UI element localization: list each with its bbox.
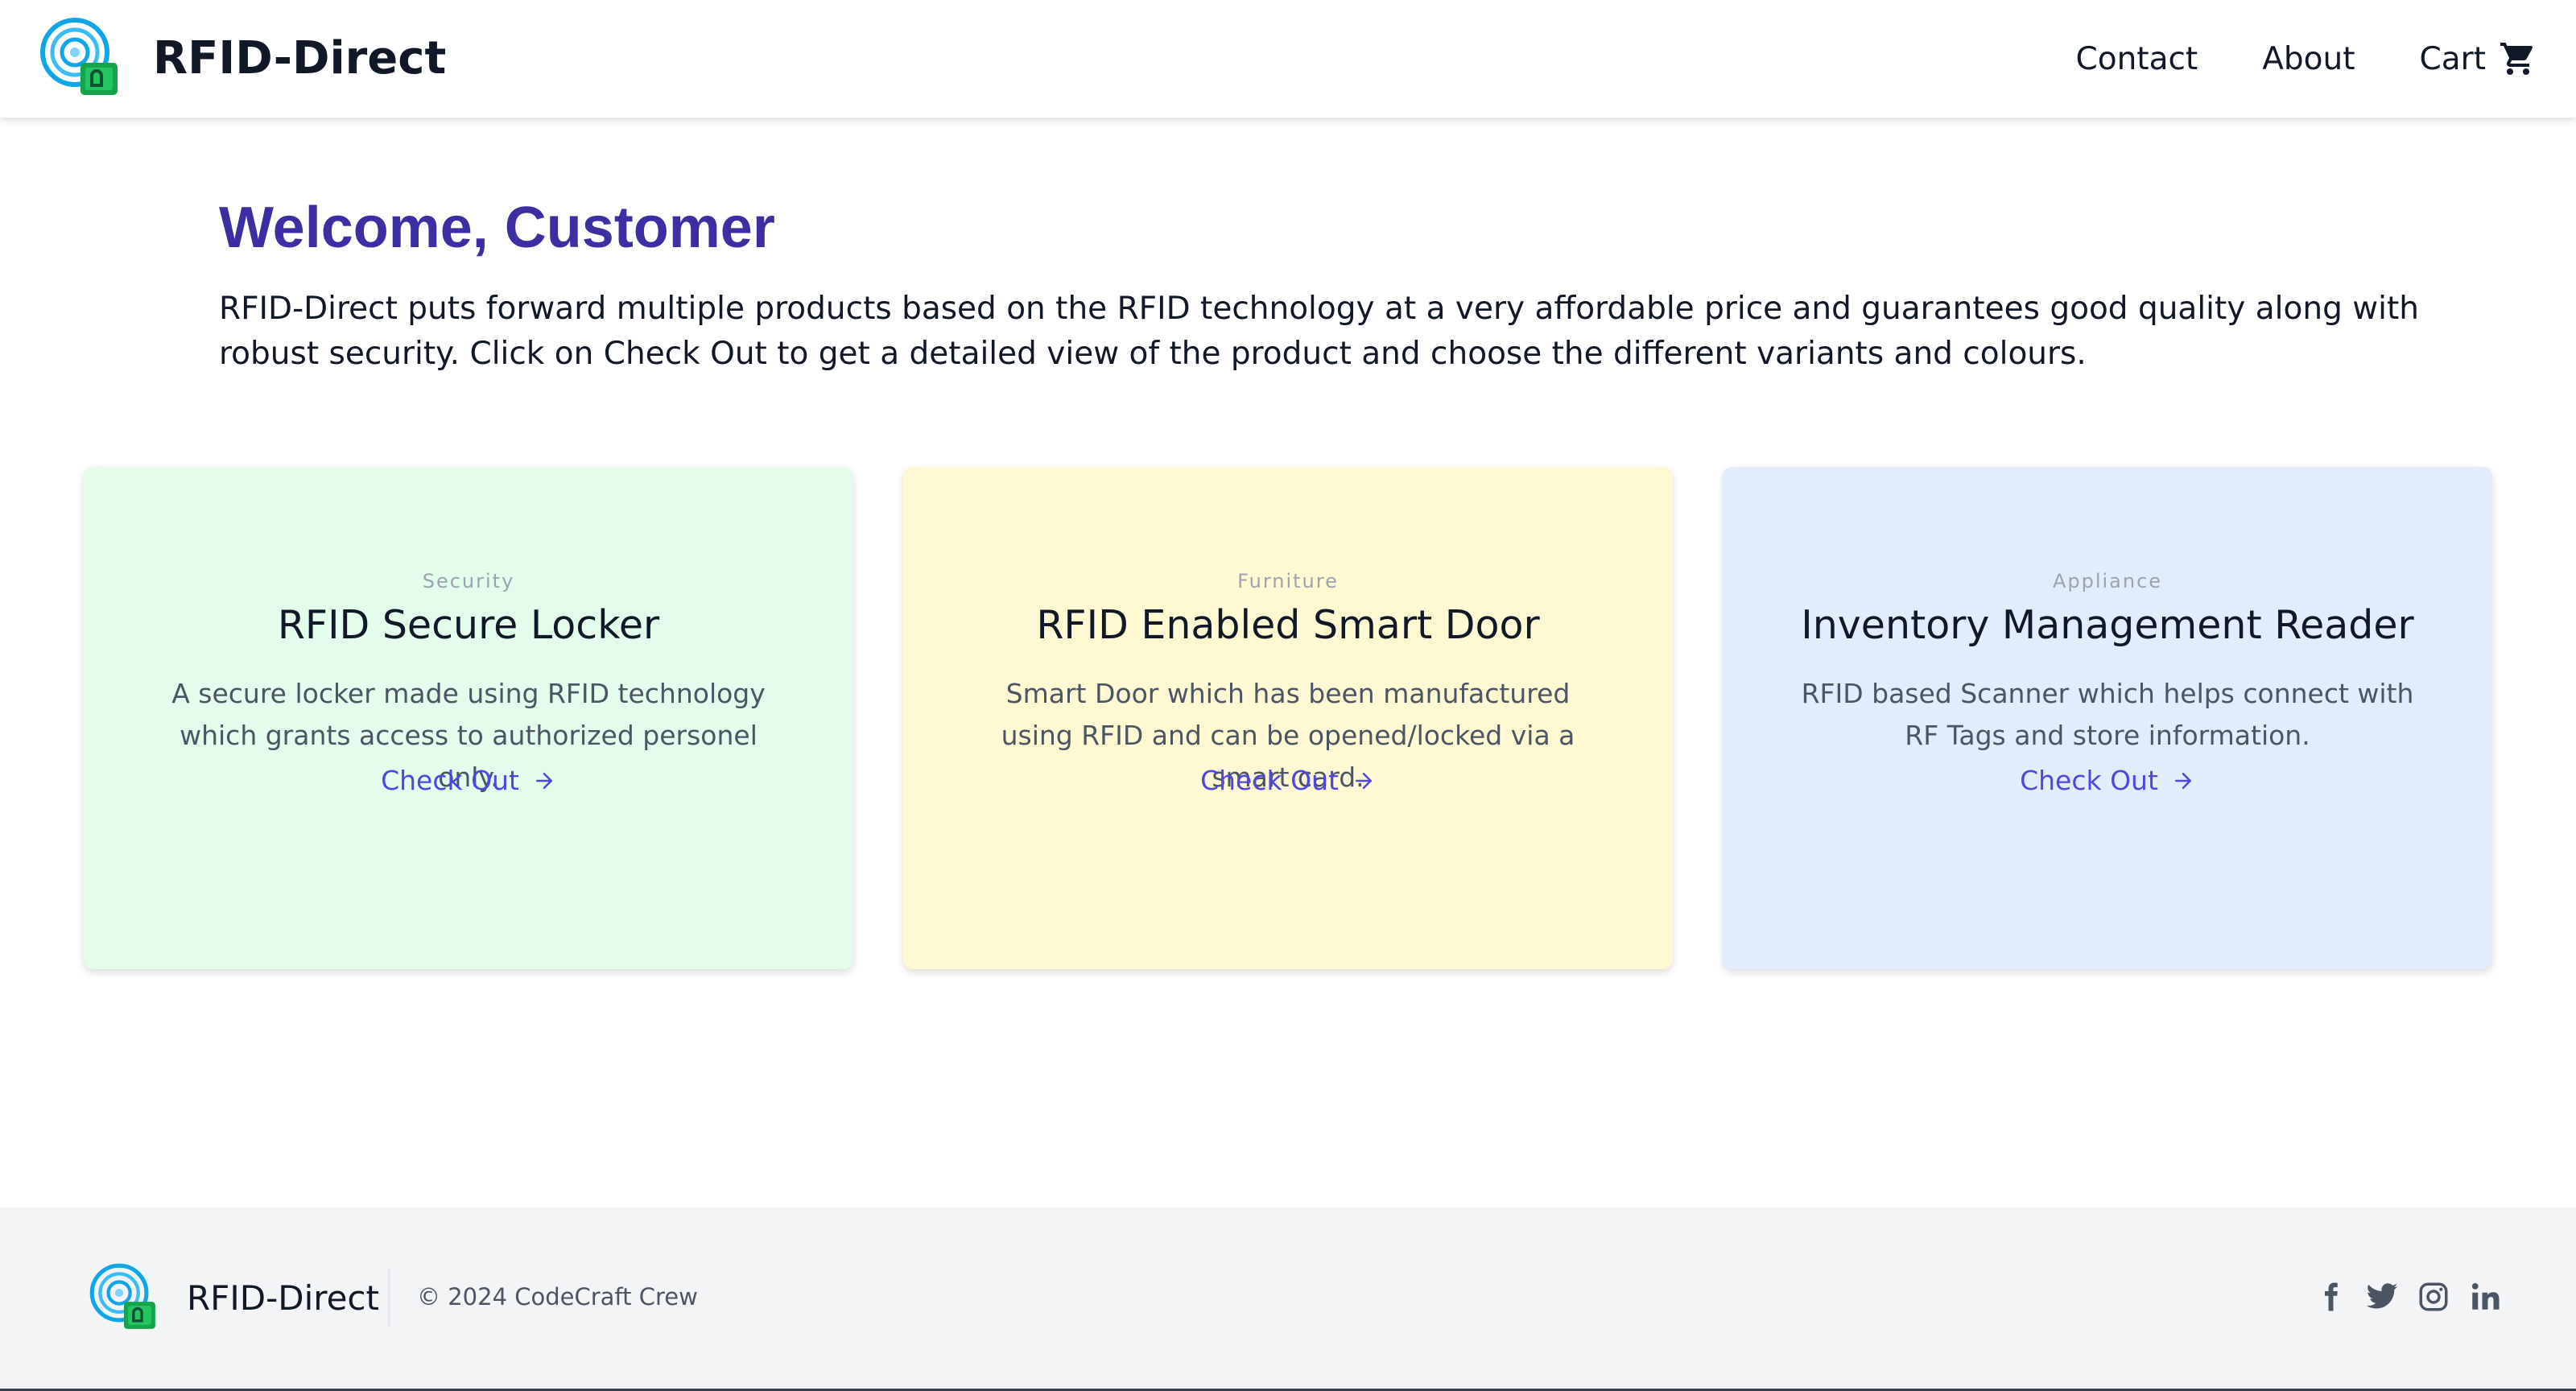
instagram-link[interactable] (2417, 1280, 2450, 1314)
cart-label: Cart (2419, 40, 2486, 77)
facebook-icon (2325, 1282, 2338, 1311)
page-title: Welcome, Customer (219, 196, 775, 260)
main-nav: Contact About Cart (2075, 31, 2537, 87)
check-out-link[interactable]: Check Out (903, 765, 1673, 796)
product-card-inventory-reader: Appliance Inventory Management Reader RF… (1723, 467, 2492, 969)
nav-contact-link[interactable]: Contact (2075, 41, 2198, 77)
card-title: Inventory Management Reader (1801, 602, 2414, 648)
main-content: Welcome, Customer RFID-Direct puts forwa… (0, 118, 2576, 1207)
linkedin-link[interactable] (2468, 1280, 2502, 1314)
site-footer: RFID-Direct © 2024 CodeCraft Crew (0, 1207, 2576, 1391)
facebook-link[interactable] (2314, 1280, 2347, 1314)
product-cards: Security RFID Secure Locker A secure loc… (84, 467, 2492, 969)
card-category: Security (422, 570, 515, 592)
card-category: Appliance (2052, 570, 2163, 592)
rfid-logo-icon (89, 1263, 155, 1329)
card-title: RFID Enabled Smart Door (1036, 602, 1540, 648)
card-description: RFID based Scanner which helps connect w… (1801, 678, 2414, 751)
nav-about-link[interactable]: About (2262, 41, 2355, 77)
instagram-icon (2419, 1282, 2448, 1311)
rfid-logo-icon (40, 18, 118, 95)
card-category: Furniture (1237, 570, 1339, 592)
nav-cart-link[interactable]: Cart (2420, 39, 2537, 78)
brand-home-link[interactable]: RFID-Direct (39, 16, 446, 100)
copyright-text: © 2024 CodeCraft Crew (417, 1283, 698, 1311)
check-out-link[interactable]: Check Out (84, 765, 853, 796)
check-out-label: Check Out (2020, 765, 2158, 796)
linkedin-icon (2471, 1283, 2500, 1310)
card-title: RFID Secure Locker (277, 602, 660, 648)
cart-icon (2500, 43, 2533, 75)
arrow-right-icon (1355, 772, 1372, 789)
site-header: RFID-Direct Contact About Cart (0, 0, 2576, 118)
check-out-label: Check Out (1200, 765, 1339, 796)
product-card-secure-locker: Security RFID Secure Locker A secure loc… (84, 467, 853, 969)
arrow-right-icon (535, 772, 552, 789)
footer-brand-name: RFID-Direct (187, 1277, 379, 1318)
twitter-icon (2366, 1283, 2398, 1309)
check-out-link[interactable]: Check Out (1723, 765, 2492, 796)
arrow-right-icon (2174, 772, 2191, 789)
footer-brand-link[interactable]: RFID-Direct (89, 1261, 379, 1335)
twitter-link[interactable] (2365, 1280, 2399, 1314)
footer-divider (388, 1269, 390, 1327)
brand-name: RFID-Direct (153, 31, 447, 85)
product-card-smart-door: Furniture RFID Enabled Smart Door Smart … (903, 467, 1673, 969)
intro-paragraph: RFID-Direct puts forward multiple produc… (219, 291, 2419, 372)
social-links (2296, 1280, 2502, 1314)
check-out-label: Check Out (381, 765, 519, 796)
